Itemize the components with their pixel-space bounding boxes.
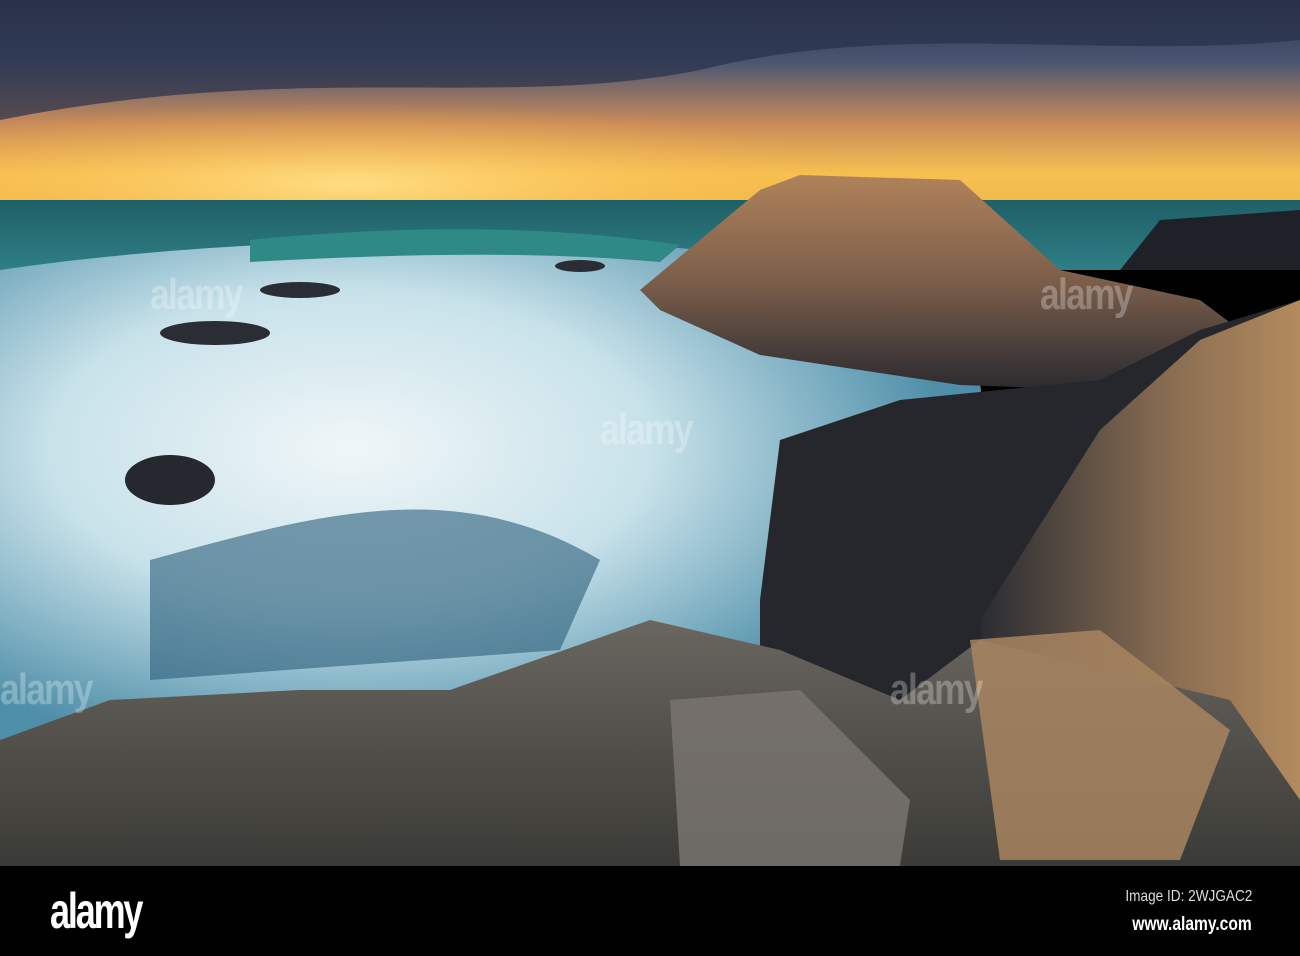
watermark: alamy [890, 665, 983, 714]
website-link[interactable]: www.alamy.com [1132, 914, 1252, 936]
image-id: Image ID: 2WJGAC2 [1125, 888, 1252, 905]
watermark: alamy [1040, 270, 1133, 319]
watermark: alamy [600, 405, 693, 454]
watermark: alamy [0, 665, 93, 714]
watermark: alamy [150, 270, 243, 319]
footer-bar: alamy Image ID: 2WJGAC2 www.alamy.com [0, 866, 1300, 956]
stock-photo: alamy alamy alamy alamy alamy [0, 0, 1300, 866]
alamy-logo: alamy [50, 883, 143, 939]
